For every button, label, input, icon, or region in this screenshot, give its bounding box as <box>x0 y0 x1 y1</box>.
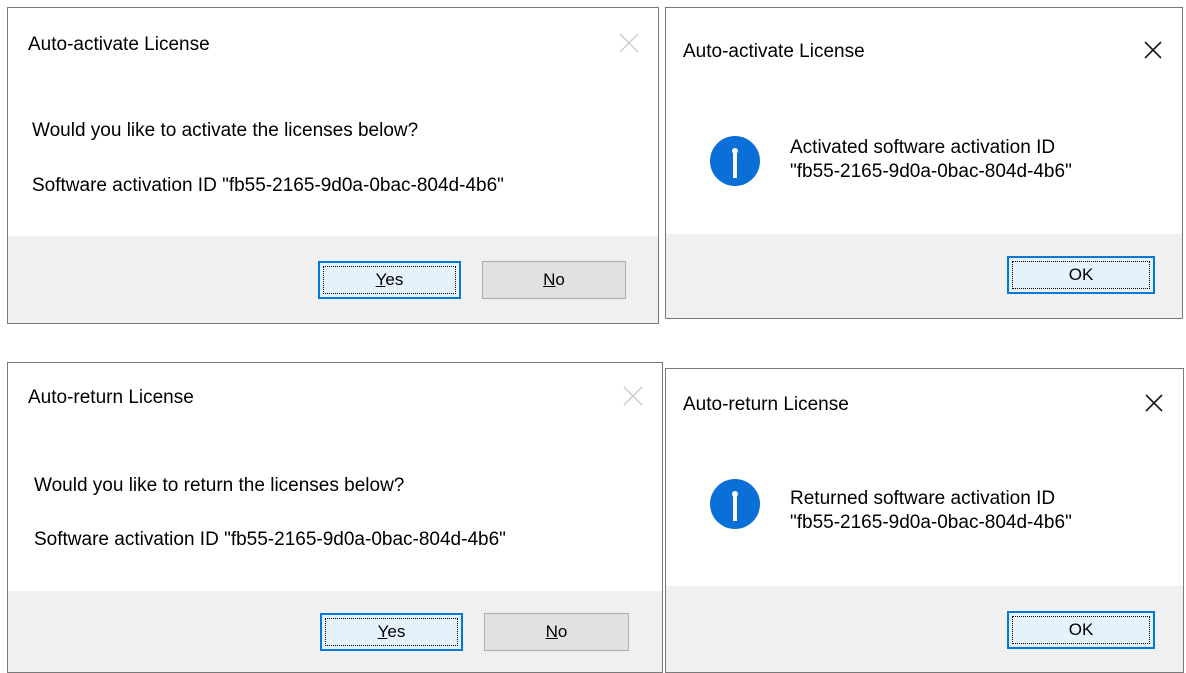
dialog-title: Auto-return License <box>28 387 194 408</box>
ok-button-label: OK <box>1068 265 1094 284</box>
return-result-dialog: Auto-return License Returned software ac… <box>665 368 1184 673</box>
result-line-2: "fb55-2165-9d0a-0bac-804d-4b6" <box>790 161 1072 182</box>
close-icon <box>619 33 639 53</box>
question-text: Would you like to activate the licenses … <box>32 120 419 141</box>
dialog-title: Auto-return License <box>683 394 849 415</box>
close-button[interactable] <box>1136 33 1170 67</box>
close-button[interactable] <box>616 379 650 413</box>
ok-button[interactable]: OK <box>1007 611 1155 649</box>
no-button-label: No <box>543 270 565 289</box>
activate-result-dialog: Auto-activate License Activated software… <box>665 7 1183 319</box>
activation-id-text: Software activation ID "fb55-2165-9d0a-0… <box>34 529 506 550</box>
info-icon <box>710 479 760 529</box>
info-icon <box>710 136 760 186</box>
close-icon <box>1144 41 1162 59</box>
yes-button-label: Yes <box>375 270 404 289</box>
question-text: Would you like to return the licenses be… <box>34 475 405 496</box>
result-line-2: "fb55-2165-9d0a-0bac-804d-4b6" <box>790 512 1072 533</box>
no-button-label: No <box>545 622 568 641</box>
close-button[interactable] <box>612 26 646 60</box>
result-line-1: Returned software activation ID <box>790 488 1056 509</box>
yes-button-label: Yes <box>377 622 406 641</box>
return-confirm-dialog: Auto-return License Would you like to re… <box>7 362 663 673</box>
button-bar: Yes No <box>8 591 662 672</box>
button-bar: OK <box>666 586 1183 672</box>
yes-button[interactable]: Yes <box>320 613 463 651</box>
activation-id-text: Software activation ID "fb55-2165-9d0a-0… <box>32 175 504 196</box>
close-icon <box>623 386 643 406</box>
button-bar: OK <box>666 234 1182 318</box>
ok-button[interactable]: OK <box>1007 256 1155 294</box>
title-bar: Auto-return License <box>666 369 1183 445</box>
result-message: Returned software activation ID "fb55-21… <box>790 487 1072 535</box>
result-message: Activated software activation ID "fb55-2… <box>790 136 1072 184</box>
result-line-1: Activated software activation ID <box>790 137 1056 158</box>
close-icon <box>1145 394 1163 412</box>
yes-button[interactable]: Yes <box>318 261 461 299</box>
title-bar: Auto-activate License <box>8 8 658 84</box>
no-button[interactable]: No <box>482 261 626 299</box>
dialog-title: Auto-activate License <box>28 34 210 55</box>
no-button[interactable]: No <box>484 613 629 651</box>
title-bar: Auto-activate License <box>666 8 1182 84</box>
ok-button-label: OK <box>1068 620 1094 639</box>
activate-confirm-dialog: Auto-activate License Would you like to … <box>7 7 659 324</box>
title-bar: Auto-return License <box>8 363 662 439</box>
close-button[interactable] <box>1137 386 1171 420</box>
button-bar: Yes No <box>8 236 658 323</box>
dialog-title: Auto-activate License <box>683 41 865 62</box>
